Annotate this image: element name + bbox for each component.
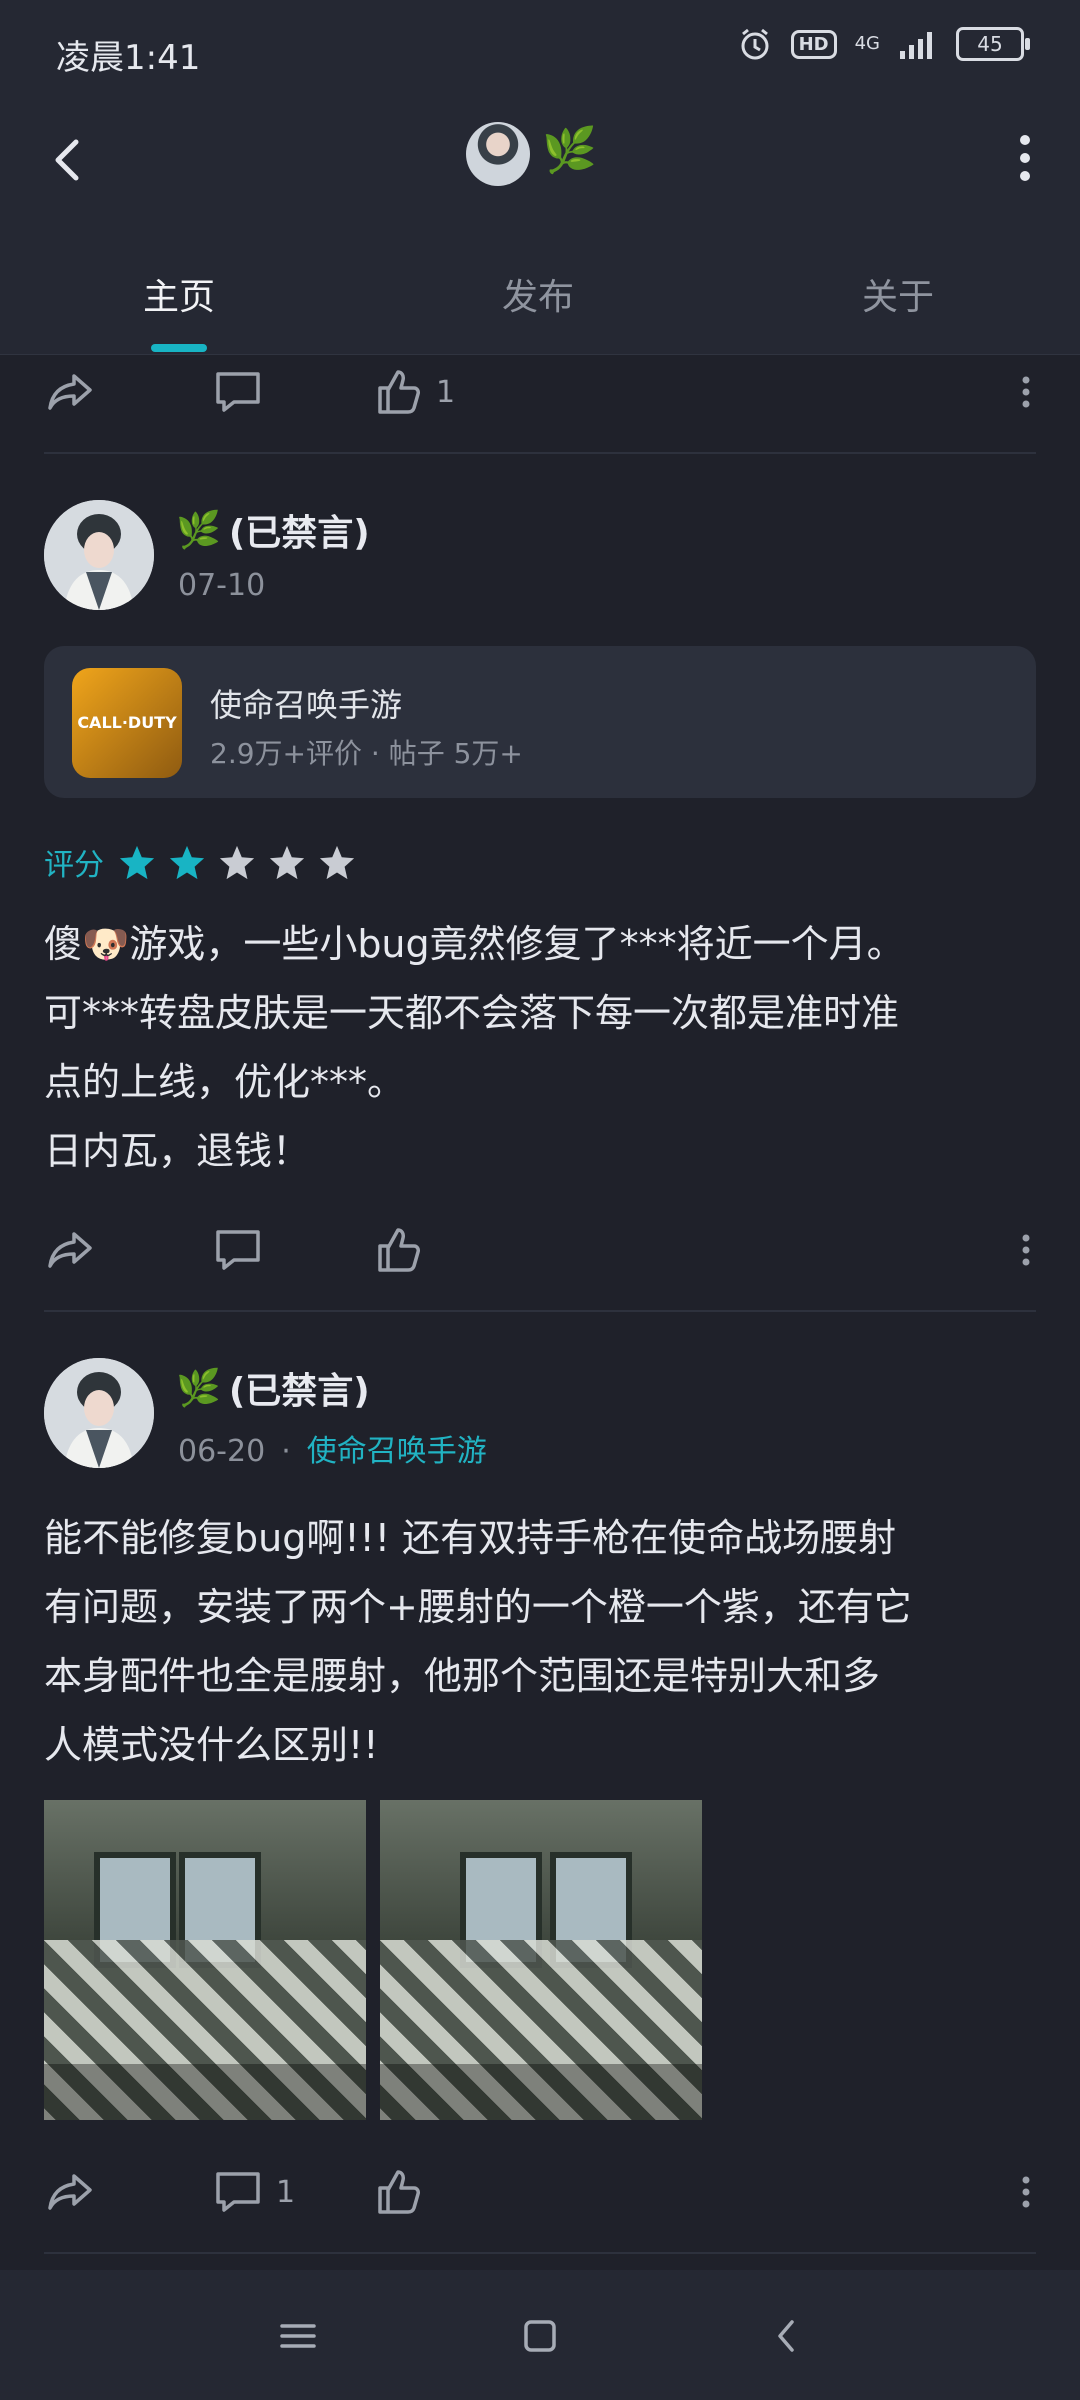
leaf-icon: 🌿	[542, 125, 597, 176]
top-bar: 🌿	[0, 100, 1080, 234]
avatar-image	[44, 500, 154, 610]
post-date: 06-20	[178, 1434, 266, 1469]
divider	[44, 1310, 1036, 1312]
leaf-icon: 🌿	[176, 1368, 221, 1409]
status-time: 凌晨1:41	[56, 38, 201, 78]
comment-icon	[216, 1230, 260, 1270]
author-suffix: (已禁言)	[228, 513, 370, 554]
more-vertical-icon[interactable]	[1016, 366, 1036, 418]
home-square-icon[interactable]	[510, 2306, 570, 2366]
feed: 1 🌿 (已禁言) 07-10 CALL·DUTY 使命召唤手游 2.9万+评价…	[0, 354, 1080, 2270]
screenshot-image[interactable]	[380, 1800, 702, 2120]
screenshot-image[interactable]	[44, 1800, 366, 2120]
action-bar: 1	[44, 354, 1036, 434]
author-avatar[interactable]	[44, 1358, 154, 1468]
avatar-image	[44, 1358, 154, 1468]
post-images	[44, 1800, 702, 2120]
battery-icon: 45	[956, 27, 1030, 61]
share-button[interactable]	[44, 2166, 96, 2218]
status-icons: HD 4G 45	[737, 26, 1030, 62]
separator: ·	[281, 1434, 291, 1469]
network-label: 4G	[854, 33, 880, 54]
post-date: 07-10	[178, 568, 266, 603]
share-icon	[48, 374, 92, 410]
comment-button[interactable]	[212, 1224, 264, 1276]
game-title: 使命召唤手游	[210, 686, 403, 724]
share-icon	[48, 2174, 92, 2210]
comment-button[interactable]	[212, 366, 264, 418]
thumbs-up-icon	[378, 370, 420, 414]
author-name[interactable]: 🌿 (已禁言)	[176, 1362, 370, 1414]
author-avatar[interactable]	[44, 500, 154, 610]
signal-icon	[900, 32, 932, 59]
divider	[44, 2252, 1036, 2254]
rating-label: 评分	[44, 848, 104, 883]
thumbs-up-icon	[378, 1228, 420, 1272]
action-bar	[44, 1212, 1036, 1292]
image-hud	[380, 2064, 702, 2120]
alarm-icon	[741, 28, 769, 60]
share-button[interactable]	[44, 1224, 96, 1276]
back-triangle-icon[interactable]	[758, 2306, 818, 2366]
game-card[interactable]: CALL·DUTY 使命召唤手游 2.9万+评价 · 帖子 5万+	[44, 646, 1036, 798]
star-filled-icon	[169, 845, 205, 880]
share-icon	[48, 1232, 92, 1268]
game-meta: 2.9万+评价 · 帖子 5万+	[210, 737, 523, 770]
like-button[interactable]: 1	[372, 366, 455, 418]
game-icon: CALL·DUTY	[72, 668, 182, 778]
hd-badge: HD	[790, 29, 837, 59]
tab-indicator	[151, 344, 207, 352]
more-vertical-icon[interactable]	[1000, 128, 1050, 188]
star-empty-icon	[319, 845, 355, 880]
battery-level: 45	[977, 32, 1003, 56]
comment-count: 1	[276, 2174, 296, 2210]
comment-icon	[216, 2172, 260, 2212]
tab-about[interactable]: 关于	[862, 268, 934, 320]
game-tag-link[interactable]: 使命召唤手游	[307, 1434, 487, 1469]
like-button[interactable]	[372, 1224, 424, 1276]
comment-button[interactable]: 1	[212, 2166, 295, 2218]
back-arrow-icon[interactable]	[40, 130, 100, 190]
star-filled-icon	[119, 845, 155, 880]
comment-icon	[216, 372, 260, 412]
post-text: 傻🐶游戏，一些小bug竟然修复了***将近一个月。 可***转盘皮肤是一天都不会…	[44, 922, 905, 1173]
tab-publish[interactable]: 发布	[502, 268, 574, 320]
header-avatar[interactable]	[466, 122, 530, 186]
star-empty-icon	[219, 845, 255, 880]
action-bar: 1	[44, 2154, 1036, 2234]
share-button[interactable]	[44, 366, 96, 418]
like-count: 1	[436, 374, 456, 410]
author-name[interactable]: 🌿 (已禁言)	[176, 504, 370, 556]
tab-home[interactable]: 主页	[143, 268, 215, 320]
thumbs-up-icon	[378, 2170, 420, 2214]
like-button[interactable]	[372, 2166, 424, 2218]
system-nav-bar	[0, 2270, 1080, 2400]
star-empty-icon	[269, 845, 305, 880]
more-vertical-icon[interactable]	[1016, 2166, 1036, 2218]
status-bar: 凌晨1:41 HD 4G 45	[0, 0, 1080, 100]
rating-row: 评分	[44, 840, 356, 884]
rating-stars	[118, 843, 356, 881]
image-hud	[44, 2064, 366, 2120]
profile-tabs: 主页 发布 关于	[0, 234, 1080, 355]
leaf-icon: 🌿	[176, 510, 221, 551]
menu-icon[interactable]	[268, 2306, 328, 2366]
post-text: 能不能修复bug啊!!! 还有双持手枪在使命战场腰射 有问题，安装了两个+腰射的…	[44, 1516, 912, 1767]
author-suffix: (已禁言)	[228, 1371, 370, 1412]
divider	[44, 452, 1036, 454]
post-meta: 06-20 · 使命召唤手游	[178, 1426, 487, 1470]
more-vertical-icon[interactable]	[1016, 1224, 1036, 1276]
